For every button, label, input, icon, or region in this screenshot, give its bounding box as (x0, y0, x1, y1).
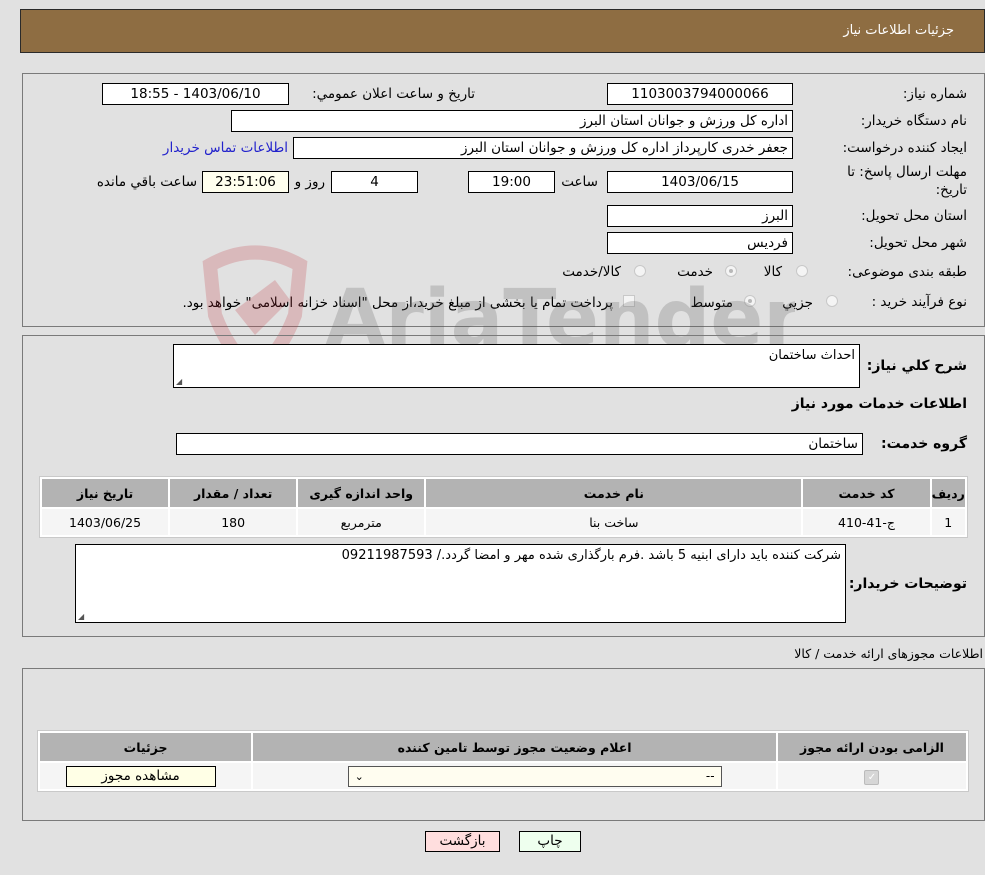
permit-status-value: -- (705, 768, 715, 783)
buyer-notes-text: شرکت کننده بايد دارای ابنيه 5 باشد .فرم … (341, 548, 841, 563)
category-radio-goods-service[interactable] (634, 265, 646, 277)
deadline-date-field: 1403/06/15 (607, 171, 793, 193)
page-title: جزئيات اطلاعات نياز (843, 23, 954, 38)
cell-service-code: ج-41-410 (803, 509, 930, 535)
buyer-org-label: نام دستگاه خريدار: (860, 113, 967, 129)
col-row-number: رديف (931, 479, 965, 507)
deadline-time-label: ساعت (561, 174, 598, 190)
chevron-down-icon: ⌄ (354, 769, 364, 783)
cell-need-date: 1403/06/25 (42, 509, 169, 535)
cell-unit: مترمربع (298, 509, 425, 535)
services-section-title: اطلاعات خدمات مورد نياز (791, 396, 967, 412)
category-radio-goods[interactable] (796, 265, 808, 277)
permits-table: الزامی بودن ارائه مجوز اعلام وضعيت مجوز … (37, 730, 969, 792)
cell-quantity: 180 (170, 509, 297, 535)
process-option-minor: جزيي (782, 295, 813, 311)
province-field: البرز (607, 205, 793, 227)
cell-permit-status: -- ⌄ (253, 763, 776, 789)
deadline-time-field: 19:00 (468, 171, 555, 193)
city-label: شهر محل تحويل: (869, 235, 967, 251)
cell-permit-required: ✓ (777, 763, 966, 789)
need-number-field: 1103003794000066 (607, 83, 793, 105)
deadline-label-2: تاريخ: (935, 182, 967, 198)
category-option-goods: کالا (763, 264, 782, 280)
process-radio-medium[interactable] (744, 295, 756, 307)
buyer-notes-label: توضيحات خريدار: (848, 576, 967, 592)
days-label: روز و (294, 174, 325, 190)
process-radio-minor[interactable] (826, 295, 838, 307)
col-service-name: نام خدمت (426, 479, 802, 507)
summary-textarea[interactable]: احداث ساختمان ◢ (173, 344, 860, 388)
permits-table-header: الزامی بودن ارائه مجوز اعلام وضعيت مجوز … (40, 733, 966, 761)
col-permit-status: اعلام وضعيت مجوز توسط تامين کننده (253, 733, 776, 761)
treasury-checkbox[interactable] (623, 295, 635, 307)
deadline-label: مهلت ارسال پاسخ: تا (847, 164, 967, 180)
resize-handle-icon[interactable]: ◢ (78, 612, 84, 621)
province-label: استان محل تحويل: (861, 208, 967, 224)
page-header: جزئيات اطلاعات نياز (20, 9, 985, 53)
need-number-label: شماره نياز: (902, 86, 967, 102)
cell-permit-details: مشاهده مجوز (40, 763, 252, 789)
services-table: رديف کد خدمت نام خدمت واحد اندازه گيری ت… (39, 476, 968, 538)
creator-label: ايجاد کننده درخواست: (842, 140, 967, 156)
treasury-note: پرداخت تمام يا بخشی از مبلغ خريد،از محل … (182, 295, 613, 311)
permit-status-select[interactable]: -- ⌄ (347, 765, 722, 787)
print-button[interactable]: چاپ (519, 831, 581, 852)
announce-date-field: 1403/06/10 - 18:55 (102, 83, 289, 105)
services-table-header: رديف کد خدمت نام خدمت واحد اندازه گيری ت… (42, 479, 965, 507)
col-need-date: تاريخ نياز (42, 479, 169, 507)
category-option-goods-service: کالا/خدمت (562, 264, 621, 280)
buyer-org-field: اداره کل ورزش و جوانان استان البرز (231, 110, 793, 132)
category-option-service: خدمت (677, 264, 713, 280)
remaining-time-field: 23:51:06 (202, 171, 289, 193)
permit-required-checkbox: ✓ (864, 769, 880, 785)
announce-date-label: تاريخ و ساعت اعلان عمومي: (312, 86, 475, 102)
remaining-time-label: ساعت باقي مانده (96, 174, 197, 190)
category-radio-service[interactable] (725, 265, 737, 277)
permits-title: اطلاعات مجوزهای ارائه خدمت / کالا (794, 646, 983, 661)
table-row: ✓ -- ⌄ مشاهده مجوز (40, 763, 966, 789)
col-service-code: کد خدمت (803, 479, 930, 507)
col-quantity: تعداد / مقدار (170, 479, 297, 507)
col-unit: واحد اندازه گيری (298, 479, 425, 507)
process-type-label: نوع فرآيند خريد : (871, 294, 967, 310)
table-row: 1 ج-41-410 ساخت بنا مترمربع 180 1403/06/… (42, 509, 965, 535)
days-remaining-field: 4 (331, 171, 418, 193)
col-permit-required: الزامی بودن ارائه مجوز (777, 733, 966, 761)
process-option-medium: متوسط (690, 295, 733, 311)
view-permit-button[interactable]: مشاهده مجوز (65, 765, 216, 787)
buyer-contact-link[interactable]: اطلاعات تماس خريدار (163, 140, 288, 156)
service-group-field: ساختمان (176, 433, 863, 455)
cell-service-name: ساخت بنا (426, 509, 802, 535)
creator-field: جعفر خدری کارپرداز اداره کل ورزش و جوانا… (293, 137, 793, 159)
resize-handle-icon[interactable]: ◢ (176, 377, 182, 386)
category-label: طبقه بندی موضوعی: (847, 264, 967, 280)
col-permit-details: جزئيات (40, 733, 252, 761)
buyer-notes-textarea[interactable]: شرکت کننده بايد دارای ابنيه 5 باشد .فرم … (75, 544, 846, 623)
city-field: فرديس (607, 232, 793, 254)
summary-text: احداث ساختمان (768, 348, 855, 363)
back-button[interactable]: بازگشت (425, 831, 500, 852)
service-group-label: گروه خدمت: (881, 436, 967, 452)
summary-label: شرح کلي نياز: (866, 358, 967, 374)
cell-row-number: 1 (931, 509, 965, 535)
